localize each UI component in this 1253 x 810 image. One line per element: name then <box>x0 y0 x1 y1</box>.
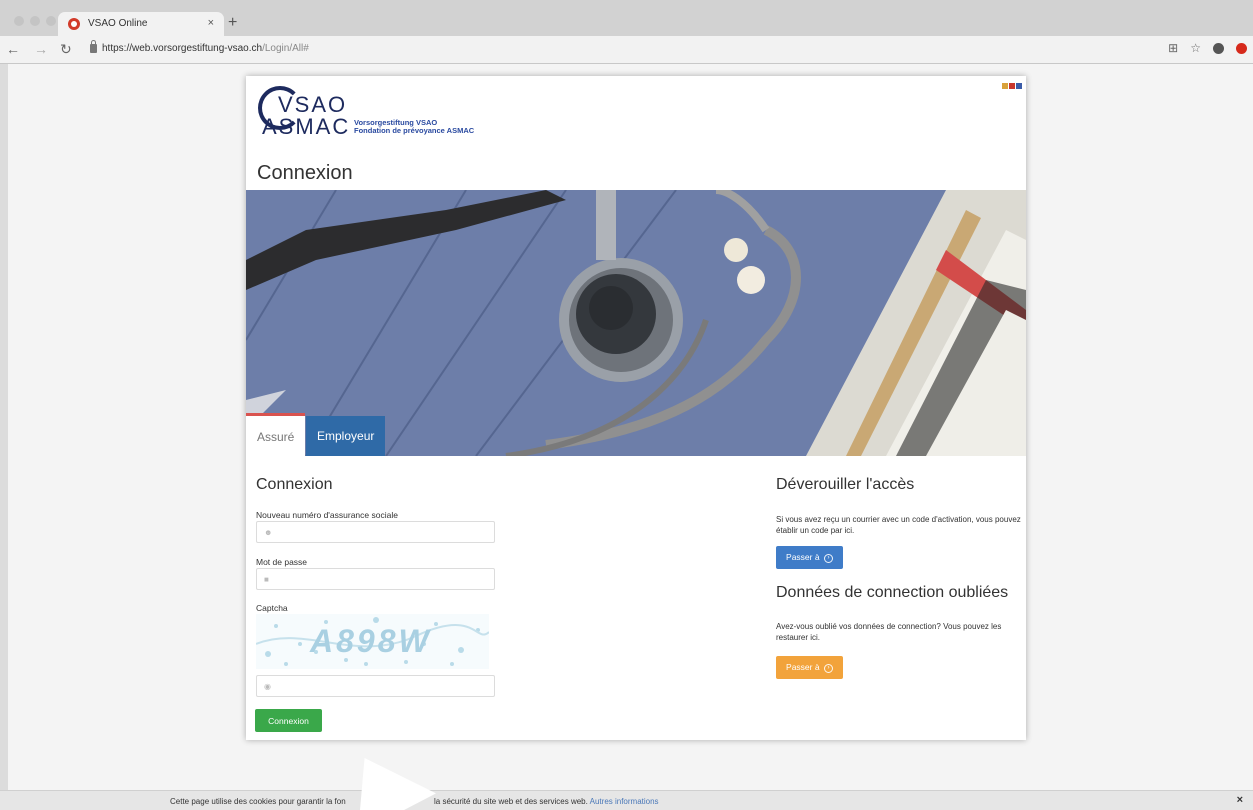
logo-tagline-fr: Fondation de prévoyance ASMAC <box>354 126 475 135</box>
forgot-text: Avez-vous oublié vos données de connecti… <box>776 622 1002 642</box>
unlock-text: Si vous avez reçu un courrier avec un co… <box>776 515 1021 535</box>
extension-icon[interactable] <box>1213 42 1224 54</box>
cookie-close-icon[interactable]: × <box>1237 794 1243 806</box>
translate-icon[interactable]: ⊞ <box>1168 41 1178 55</box>
ssn-input[interactable] <box>256 521 495 543</box>
cookie-text-start: Cette page utilise des cookies pour gara… <box>170 797 346 806</box>
url-path: /Login/All# <box>262 43 309 54</box>
lock-icon <box>90 40 97 53</box>
user-icon: ☻ <box>264 528 273 537</box>
vsao-logo[interactable]: VSAO ASMAC Vorsorgestiftung VSAO Fondati… <box>256 84 496 140</box>
captcha-label: Captcha <box>256 603 288 613</box>
cookie-text-end: la sécurité du site web et des services … <box>434 797 659 806</box>
language-switcher[interactable] <box>1002 83 1022 89</box>
logo-asmac: ASMAC <box>262 114 351 139</box>
password-label: Mot de passe <box>256 557 308 567</box>
cookie-bar: Cette page utilise des cookies pour gara… <box>0 790 1253 810</box>
lock-field-icon: ■ <box>264 575 269 584</box>
ssn-label: Nouveau numéro d'assurance sociale <box>256 510 398 520</box>
page-title: Connexion <box>257 162 353 184</box>
favicon-icon <box>68 18 80 30</box>
eye-icon: ◉ <box>264 682 271 691</box>
tab-employeur[interactable]: Employeur <box>306 416 385 456</box>
captcha-text: A898W <box>310 623 432 659</box>
new-tab-icon[interactable]: + <box>228 14 237 32</box>
browser-tab[interactable]: VSAO Online × <box>58 12 224 36</box>
password-input[interactable] <box>256 568 495 590</box>
unlock-heading: Déverouiller l'accès <box>776 476 915 493</box>
browser-tab-bar: VSAO Online × + <box>0 0 1253 36</box>
back-icon[interactable]: ← <box>6 41 20 57</box>
forward-icon[interactable]: → <box>34 41 48 57</box>
arrow-right-icon: › <box>823 663 833 673</box>
close-window-icon[interactable] <box>14 16 24 26</box>
reload-icon[interactable]: ↻ <box>60 41 72 58</box>
url-host: https://web.vorsorgestiftung-vsao.ch <box>102 43 263 54</box>
flag-de-icon[interactable] <box>1002 83 1008 89</box>
window-controls[interactable] <box>14 16 56 26</box>
unlock-button[interactable]: Passer à › <box>776 546 843 569</box>
login-button[interactable]: Connexion <box>255 709 322 732</box>
login-heading: Connexion <box>256 476 333 493</box>
toolbar-icons: ⊞ ☆ <box>1168 41 1247 55</box>
captcha-input[interactable] <box>256 675 495 697</box>
tab-title: VSAO Online <box>88 18 148 29</box>
arrow-right-icon: › <box>823 553 833 563</box>
unlock-button-label: Passer à <box>786 552 820 563</box>
minimize-window-icon[interactable] <box>30 16 40 26</box>
maximize-window-icon[interactable] <box>46 16 56 26</box>
captcha-image: A898W <box>256 614 489 669</box>
flag-it-icon[interactable] <box>1016 83 1022 89</box>
extension-red-icon[interactable] <box>1236 42 1247 54</box>
login-card: VSAO ASMAC Vorsorgestiftung VSAO Fondati… <box>246 76 1026 740</box>
cookie-more-info-link[interactable]: Autres informations <box>590 797 659 806</box>
address-bar: ← → ↻ https://web.vorsorgestiftung-vsao.… <box>0 36 1253 64</box>
bookmark-star-icon[interactable]: ☆ <box>1190 41 1201 55</box>
forgot-heading: Données de connection oubliées <box>776 584 1009 601</box>
forgot-button-label: Passer à <box>786 662 820 673</box>
flag-fr-icon[interactable] <box>1009 83 1015 89</box>
forgot-button[interactable]: Passer à › <box>776 656 843 679</box>
tab-assure[interactable]: Assuré <box>246 413 305 456</box>
tab-close-icon[interactable]: × <box>208 17 214 29</box>
url-field[interactable]: https://web.vorsorgestiftung-vsao.ch/Log… <box>102 43 309 54</box>
cookie-text-end-label: la sécurité du site web et des services … <box>434 797 588 806</box>
